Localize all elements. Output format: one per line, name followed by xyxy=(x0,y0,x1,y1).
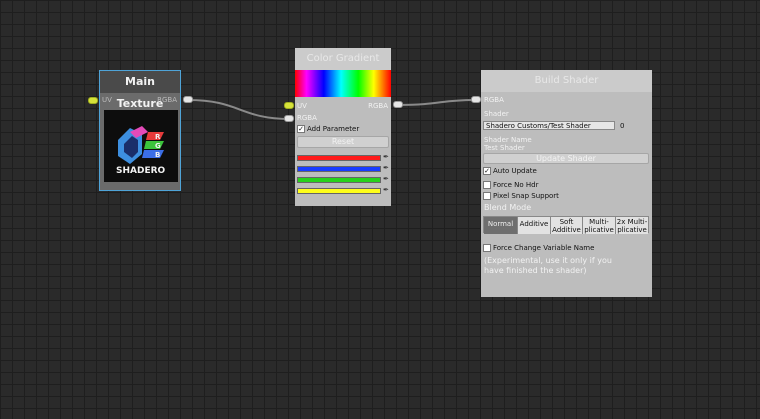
pixel-snap-checkbox[interactable] xyxy=(483,192,491,200)
blend-mode-selector[interactable]: Normal Additive Soft Additive Multi-plic… xyxy=(483,216,649,234)
pixel-snap-label: Pixel Snap Support xyxy=(493,192,559,200)
gradient-rgba-input-port[interactable] xyxy=(284,115,294,122)
blend-option-2x-multiplicative[interactable]: 2x Multi-plicative xyxy=(616,217,648,234)
color-gradient-title: Color Gradient xyxy=(295,48,391,70)
reset-button[interactable]: Reset xyxy=(297,136,389,148)
gradient-color-green[interactable] xyxy=(297,177,381,183)
shader-name-value[interactable]: Test Shader xyxy=(484,144,525,152)
build-shader-node[interactable]: Build Shader RGBA Shader Shadero Customs… xyxy=(481,70,652,297)
main-texture-rgba-output-port[interactable] xyxy=(183,96,193,103)
main-texture-node[interactable]: Main Texture UV RGBA R G B SHADERO xyxy=(99,70,181,191)
force-no-hdr-label: Force No Hdr xyxy=(493,181,539,189)
main-texture-rgba-label: RGBA xyxy=(157,96,177,104)
gradient-rgba-output-port[interactable] xyxy=(393,101,403,108)
shader-path-value: Shadero Customs/Test Shader xyxy=(486,122,591,130)
main-texture-uv-label: UV xyxy=(102,96,112,104)
gradient-color-red[interactable] xyxy=(297,155,381,161)
eyedropper-icon[interactable]: ✒ xyxy=(383,175,389,183)
shader-index: 0 xyxy=(620,122,625,130)
main-texture-title: Main Texture xyxy=(100,71,180,110)
gradient-color-yellow[interactable] xyxy=(297,188,381,194)
logo-letter-g: G xyxy=(155,142,161,150)
auto-update-checkbox[interactable]: ✓ xyxy=(483,167,491,175)
shader-label: Shader xyxy=(484,110,509,118)
logo-letter-r: R xyxy=(155,133,161,141)
blend-option-additive[interactable]: Additive xyxy=(518,217,551,234)
eyedropper-icon[interactable]: ✒ xyxy=(383,164,389,172)
logo-letter-b: B xyxy=(155,151,161,159)
gradient-rgba-in-label: RGBA xyxy=(297,114,317,122)
build-shader-rgba-input-port[interactable] xyxy=(471,96,481,103)
gradient-rgba-out-label: RGBA xyxy=(368,102,388,110)
build-shader-rgba-label: RGBA xyxy=(484,96,504,104)
gradient-uv-label: UV xyxy=(297,102,307,110)
force-change-checkbox[interactable] xyxy=(483,244,491,252)
shader-name-label: Shader Name xyxy=(484,136,532,144)
eyedropper-icon[interactable]: ✒ xyxy=(383,186,389,194)
texture-preview: R G B SHADERO xyxy=(104,110,178,182)
gradient-preview xyxy=(295,70,391,97)
logo-name: SHADERO xyxy=(116,166,166,176)
gradient-color-blue[interactable] xyxy=(297,166,381,172)
blend-mode-label: Blend Mode xyxy=(484,203,532,212)
update-shader-button[interactable]: Update Shader xyxy=(483,153,649,164)
auto-update-label: Auto Update xyxy=(493,167,537,175)
experimental-note: (Experimental, use it only if you have f… xyxy=(484,256,612,275)
color-gradient-node[interactable]: Color Gradient UV RGBA RGBA ✓ Add Parame… xyxy=(295,48,391,206)
add-parameter-checkbox[interactable]: ✓ xyxy=(297,125,305,133)
build-shader-title: Build Shader xyxy=(481,70,652,92)
add-parameter-label: Add Parameter xyxy=(307,125,360,133)
force-no-hdr-checkbox[interactable] xyxy=(483,181,491,189)
blend-option-multiplicative[interactable]: Multi-plicative xyxy=(583,217,616,234)
blend-option-normal[interactable]: Normal xyxy=(484,217,518,234)
blend-option-soft-additive[interactable]: Soft Additive xyxy=(551,217,583,234)
main-texture-uv-input-port[interactable] xyxy=(88,97,98,104)
gradient-uv-input-port[interactable] xyxy=(284,102,294,109)
eyedropper-icon[interactable]: ✒ xyxy=(383,153,389,161)
force-change-label: Force Change Variable Name xyxy=(493,244,595,252)
shader-path-field[interactable]: Shadero Customs/Test Shader xyxy=(483,121,615,130)
